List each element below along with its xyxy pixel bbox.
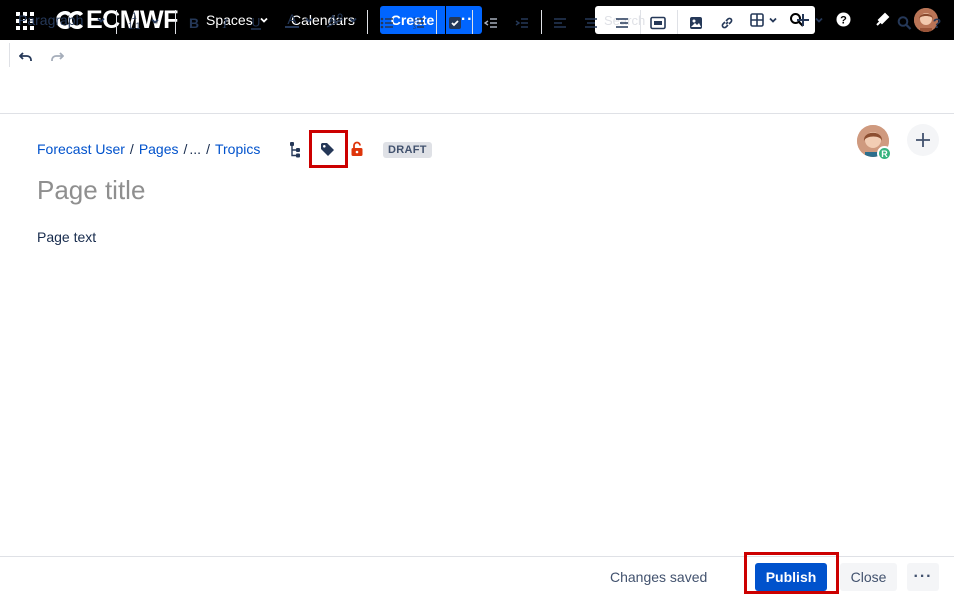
indent-icon[interactable] [515, 13, 529, 33]
plus-icon [797, 14, 809, 26]
table-icon [750, 13, 764, 27]
toolbar-divider [541, 10, 542, 34]
text-color-button[interactable]: A [284, 10, 314, 30]
notifications-icon[interactable] [874, 11, 891, 28]
toolbar-divider [9, 43, 10, 67]
toolbar-divider [116, 10, 117, 34]
layout-icon[interactable] [650, 13, 666, 33]
toolbar-divider [367, 10, 368, 34]
chevron-down-icon [769, 17, 777, 23]
page-tree-icon[interactable] [289, 141, 301, 158]
link-icon[interactable] [720, 13, 734, 33]
image-icon[interactable] [689, 13, 703, 33]
breadcrumb-pages[interactable]: Pages [139, 141, 179, 157]
bullet-list-icon[interactable] [380, 13, 394, 33]
italic-icon[interactable]: I [218, 13, 232, 33]
toolbar-divider [436, 10, 437, 34]
plus-icon [916, 133, 930, 147]
collaborator-initial-badge: R [877, 146, 892, 161]
clear-format-icon: A [326, 12, 344, 28]
page-body-editor[interactable]: Page text [37, 229, 96, 245]
heading-numbering-button[interactable]: 1 1.1 [128, 9, 160, 33]
align-left-icon[interactable] [553, 13, 567, 33]
more-options-button[interactable]: ··· [907, 563, 939, 591]
text-color-icon: A [285, 12, 299, 28]
chevron-down-icon [815, 17, 823, 23]
insert-more-button[interactable] [796, 10, 824, 30]
table-button[interactable] [750, 10, 778, 30]
svg-text:3: 3 [413, 25, 416, 31]
page-title-input[interactable]: Page title [37, 175, 145, 206]
chevron-down-icon [97, 17, 106, 23]
svg-text:A: A [329, 12, 338, 27]
paragraph-style-label: Paragraph [18, 12, 84, 28]
toolbar-divider [175, 10, 176, 34]
chevron-down-icon [150, 18, 159, 24]
toolbar-divider [677, 10, 678, 34]
svg-text:?: ? [933, 15, 942, 31]
align-center-icon[interactable] [584, 13, 598, 33]
task-icon[interactable] [448, 13, 462, 33]
help-icon[interactable]: ? [931, 13, 943, 33]
bold-icon[interactable]: B [187, 13, 201, 33]
svg-text:A: A [287, 12, 297, 27]
find-icon[interactable] [897, 13, 912, 33]
svg-text:?: ? [840, 15, 847, 27]
help-icon[interactable]: ? [835, 11, 852, 28]
chevron-down-icon [349, 17, 357, 23]
underline-icon[interactable]: U [249, 13, 263, 33]
svg-text:B: B [189, 15, 199, 31]
svg-text:I: I [222, 17, 229, 32]
breadcrumb-tropics[interactable]: Tropics [215, 141, 260, 157]
clear-format-button[interactable]: A [326, 10, 358, 30]
svg-text:U: U [252, 16, 261, 30]
breadcrumb: Forecast User / Pages / ... / Tropics [37, 140, 260, 158]
numbering-top: 1 [131, 11, 137, 21]
undo-icon[interactable] [19, 47, 33, 67]
editor-toolbar [0, 40, 954, 114]
status-badge: DRAFT [383, 142, 432, 158]
unlocked-restrictions-icon[interactable] [350, 141, 364, 157]
align-right-icon[interactable] [615, 13, 629, 33]
redo-icon[interactable] [50, 47, 64, 67]
breadcrumb-separator: / [183, 141, 188, 157]
invite-collaborator-button[interactable] [907, 124, 939, 156]
paragraph-style-select[interactable]: Paragraph [18, 10, 106, 30]
chevron-down-icon [305, 17, 313, 23]
numbered-list-icon[interactable]: 123 [411, 13, 425, 33]
breadcrumb-separator: / [206, 141, 210, 157]
label-icon[interactable] [320, 142, 335, 157]
numbering-bottom: 1.1 [128, 21, 141, 31]
toolbar-divider [640, 10, 641, 34]
toolbar-divider [472, 10, 473, 34]
breadcrumb-ellipsis[interactable]: ... [189, 141, 201, 157]
close-button[interactable]: Close [840, 563, 897, 591]
save-status-text: Changes saved [610, 569, 708, 585]
breadcrumb-forecast-user[interactable]: Forecast User [37, 141, 125, 157]
outdent-icon[interactable] [484, 13, 498, 33]
breadcrumb-separator: / [129, 141, 134, 157]
publish-button[interactable]: Publish [755, 563, 827, 591]
